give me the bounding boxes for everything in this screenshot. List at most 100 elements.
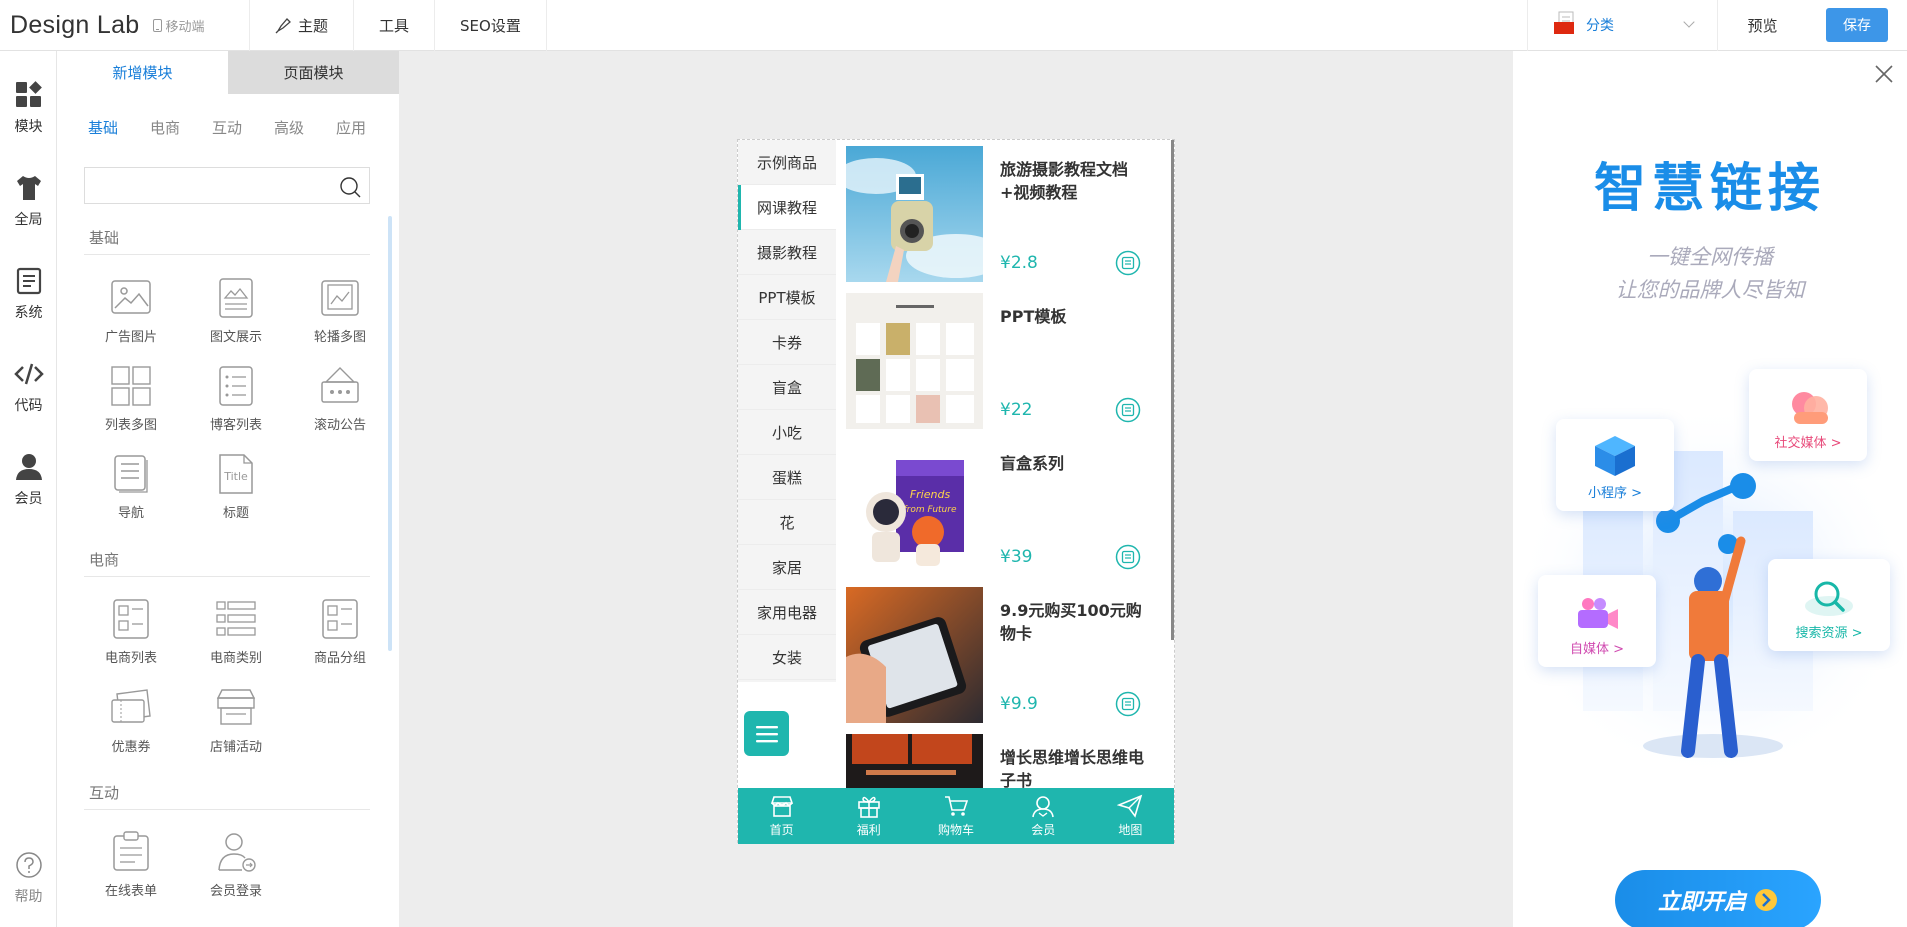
bottom-nav-member[interactable]: 会员 <box>1000 788 1087 844</box>
panel-scrollbar[interactable] <box>388 216 392 651</box>
category-item[interactable]: 家用电器 <box>738 590 836 635</box>
module-store-activity[interactable]: 店铺活动 <box>191 686 281 772</box>
phone-preview[interactable]: 示例商品 网课教程 摄影教程 PPT模板 卡券 盲盒 小吃 蛋糕 花 家居 家用… <box>737 139 1175 844</box>
nav-seo[interactable]: SEO设置 <box>435 0 547 51</box>
module-carousel[interactable]: 轮播多图 <box>295 276 385 362</box>
card-search-resources[interactable]: 搜索资源 > <box>1768 559 1890 651</box>
module-label: 博客列表 <box>209 418 262 433</box>
menu-fab-button[interactable] <box>744 711 789 756</box>
chat-bubbles-icon <box>1792 392 1828 424</box>
module-search[interactable] <box>84 167 370 204</box>
category-item[interactable]: 摄影教程 <box>738 230 836 275</box>
grid-images-icon <box>111 366 151 406</box>
bottom-nav-bar: 首页 福利 购物车 会员 地图 <box>738 788 1174 844</box>
divider <box>84 254 370 255</box>
category-item[interactable]: 卡券 <box>738 320 836 365</box>
list-doc-icon <box>16 267 41 295</box>
nav-tools[interactable]: 工具 <box>354 0 436 51</box>
module-label: 商品分组 <box>313 651 366 666</box>
detail-icon[interactable] <box>1115 250 1141 276</box>
title-icon: Title <box>219 454 253 494</box>
product-thumbnail <box>846 146 983 282</box>
subtab-ecommerce[interactable]: 电商 <box>150 117 212 138</box>
module-label: 广告图片 <box>104 330 157 345</box>
subtab-interactive[interactable]: 互动 <box>212 117 274 138</box>
code-icon <box>13 363 44 385</box>
cart-icon <box>945 796 969 816</box>
bottom-nav-welfare[interactable]: 福利 <box>825 788 912 844</box>
bottom-nav-cart[interactable]: 购物车 <box>912 788 999 844</box>
card-mini-program[interactable]: 小程序 > <box>1556 419 1674 511</box>
module-member-login[interactable]: 会员登录 <box>191 830 281 916</box>
category-item[interactable]: 花 <box>738 500 836 545</box>
product-item[interactable]: 增长思维增长思维电子书 <box>846 734 1158 789</box>
module-list-images[interactable]: 列表多图 <box>86 364 176 450</box>
category-item[interactable]: 家居 <box>738 545 836 590</box>
product-item[interactable]: Friends from Future 盲盒系列 ¥39 <box>846 440 1158 587</box>
category-item[interactable]: 女装 <box>738 635 836 680</box>
subtab-advanced[interactable]: 高级 <box>274 117 336 138</box>
category-item[interactable]: PPT模板 <box>738 275 836 320</box>
left-nav-system[interactable]: 系统 <box>0 254 57 334</box>
left-nav-modules[interactable]: 模块 <box>0 68 57 148</box>
card-social-media[interactable]: 社交媒体 > <box>1749 369 1867 461</box>
module-online-form[interactable]: 在线表单 <box>86 830 176 916</box>
subtab-basic[interactable]: 基础 <box>88 117 150 138</box>
product-item[interactable]: PPT模板 ¥22 <box>846 293 1158 440</box>
module-ecommerce-list[interactable]: 电商列表 <box>86 597 176 683</box>
detail-icon[interactable] <box>1115 691 1141 717</box>
section-title-ecommerce: 电商 <box>89 551 120 569</box>
module-coupon[interactable]: 优惠券 <box>86 686 176 772</box>
category-item[interactable]: 示例商品 <box>738 140 836 185</box>
cube-icon <box>1595 436 1635 476</box>
start-now-button[interactable]: 立即开启 <box>1615 870 1821 927</box>
preview-button[interactable]: 预览 <box>1717 0 1807 51</box>
left-nav-global[interactable]: 全局 <box>0 161 57 241</box>
arrow-circle-icon <box>1755 889 1777 911</box>
category-select[interactable]: 分类 <box>1527 0 1717 51</box>
nav-theme[interactable]: 主题 <box>250 0 355 51</box>
module-label: 电商列表 <box>104 651 157 666</box>
phone-scrollbar[interactable] <box>1171 140 1174 640</box>
bottom-nav-home[interactable]: 首页 <box>738 788 825 844</box>
bottom-nav-map[interactable]: 地图 <box>1087 788 1174 844</box>
module-product-group[interactable]: 商品分组 <box>295 597 385 683</box>
search-icon[interactable] <box>339 176 361 198</box>
product-item[interactable]: 9.9元购买100元购物卡 ¥9.9 <box>846 587 1158 734</box>
subtab-apps[interactable]: 应用 <box>336 117 398 138</box>
divider <box>84 576 370 577</box>
detail-icon[interactable] <box>1115 544 1141 570</box>
save-button[interactable]: 保存 <box>1826 8 1888 42</box>
left-nav-code[interactable]: 代码 <box>0 347 57 427</box>
close-icon[interactable] <box>1873 63 1895 85</box>
product-title: 旅游摄影教程文档+视频教程 <box>1000 160 1129 202</box>
product-thumbnail <box>846 734 983 789</box>
module-scroll-notice[interactable]: 滚动公告 <box>295 364 385 450</box>
product-list: 旅游摄影教程文档+视频教程 ¥2.8 PPT模板 ¥22 Friends from… <box>846 146 1158 789</box>
left-nav-member[interactable]: 会员 <box>0 440 57 520</box>
module-label: 轮播多图 <box>313 330 366 345</box>
shop-icon <box>770 796 793 817</box>
tab-page-module[interactable]: 页面模块 <box>228 51 399 94</box>
module-label: 会员登录 <box>209 884 262 899</box>
category-item[interactable]: 盲盒 <box>738 365 836 410</box>
module-ecommerce-category[interactable]: 电商类别 <box>191 597 281 683</box>
detail-icon[interactable] <box>1115 397 1141 423</box>
product-item[interactable]: 旅游摄影教程文档+视频教程 ¥2.8 <box>846 146 1158 293</box>
tab-add-module[interactable]: 新增模块 <box>57 51 228 94</box>
nav-seo-label: SEO设置 <box>460 16 521 35</box>
category-item[interactable]: 小吃 <box>738 410 836 455</box>
module-ad-image[interactable]: 广告图片 <box>86 276 176 362</box>
video-camera-icon <box>1578 598 1618 629</box>
left-nav-system-label: 系统 <box>14 305 43 321</box>
search-input[interactable] <box>85 168 325 203</box>
module-blog-list[interactable]: 博客列表 <box>191 364 281 450</box>
card-self-media[interactable]: 自媒体 > <box>1538 575 1656 667</box>
category-item[interactable]: 蛋糕 <box>738 455 836 500</box>
left-nav-help[interactable]: 帮助 <box>0 838 57 918</box>
module-image-text[interactable]: 图文展示 <box>191 276 281 362</box>
category-item-active[interactable]: 网课教程 <box>738 185 836 230</box>
device-switch[interactable]: 移动端 <box>153 16 205 35</box>
module-title[interactable]: Title 标题 <box>191 452 281 538</box>
module-navigation[interactable]: 导航 <box>86 452 176 538</box>
